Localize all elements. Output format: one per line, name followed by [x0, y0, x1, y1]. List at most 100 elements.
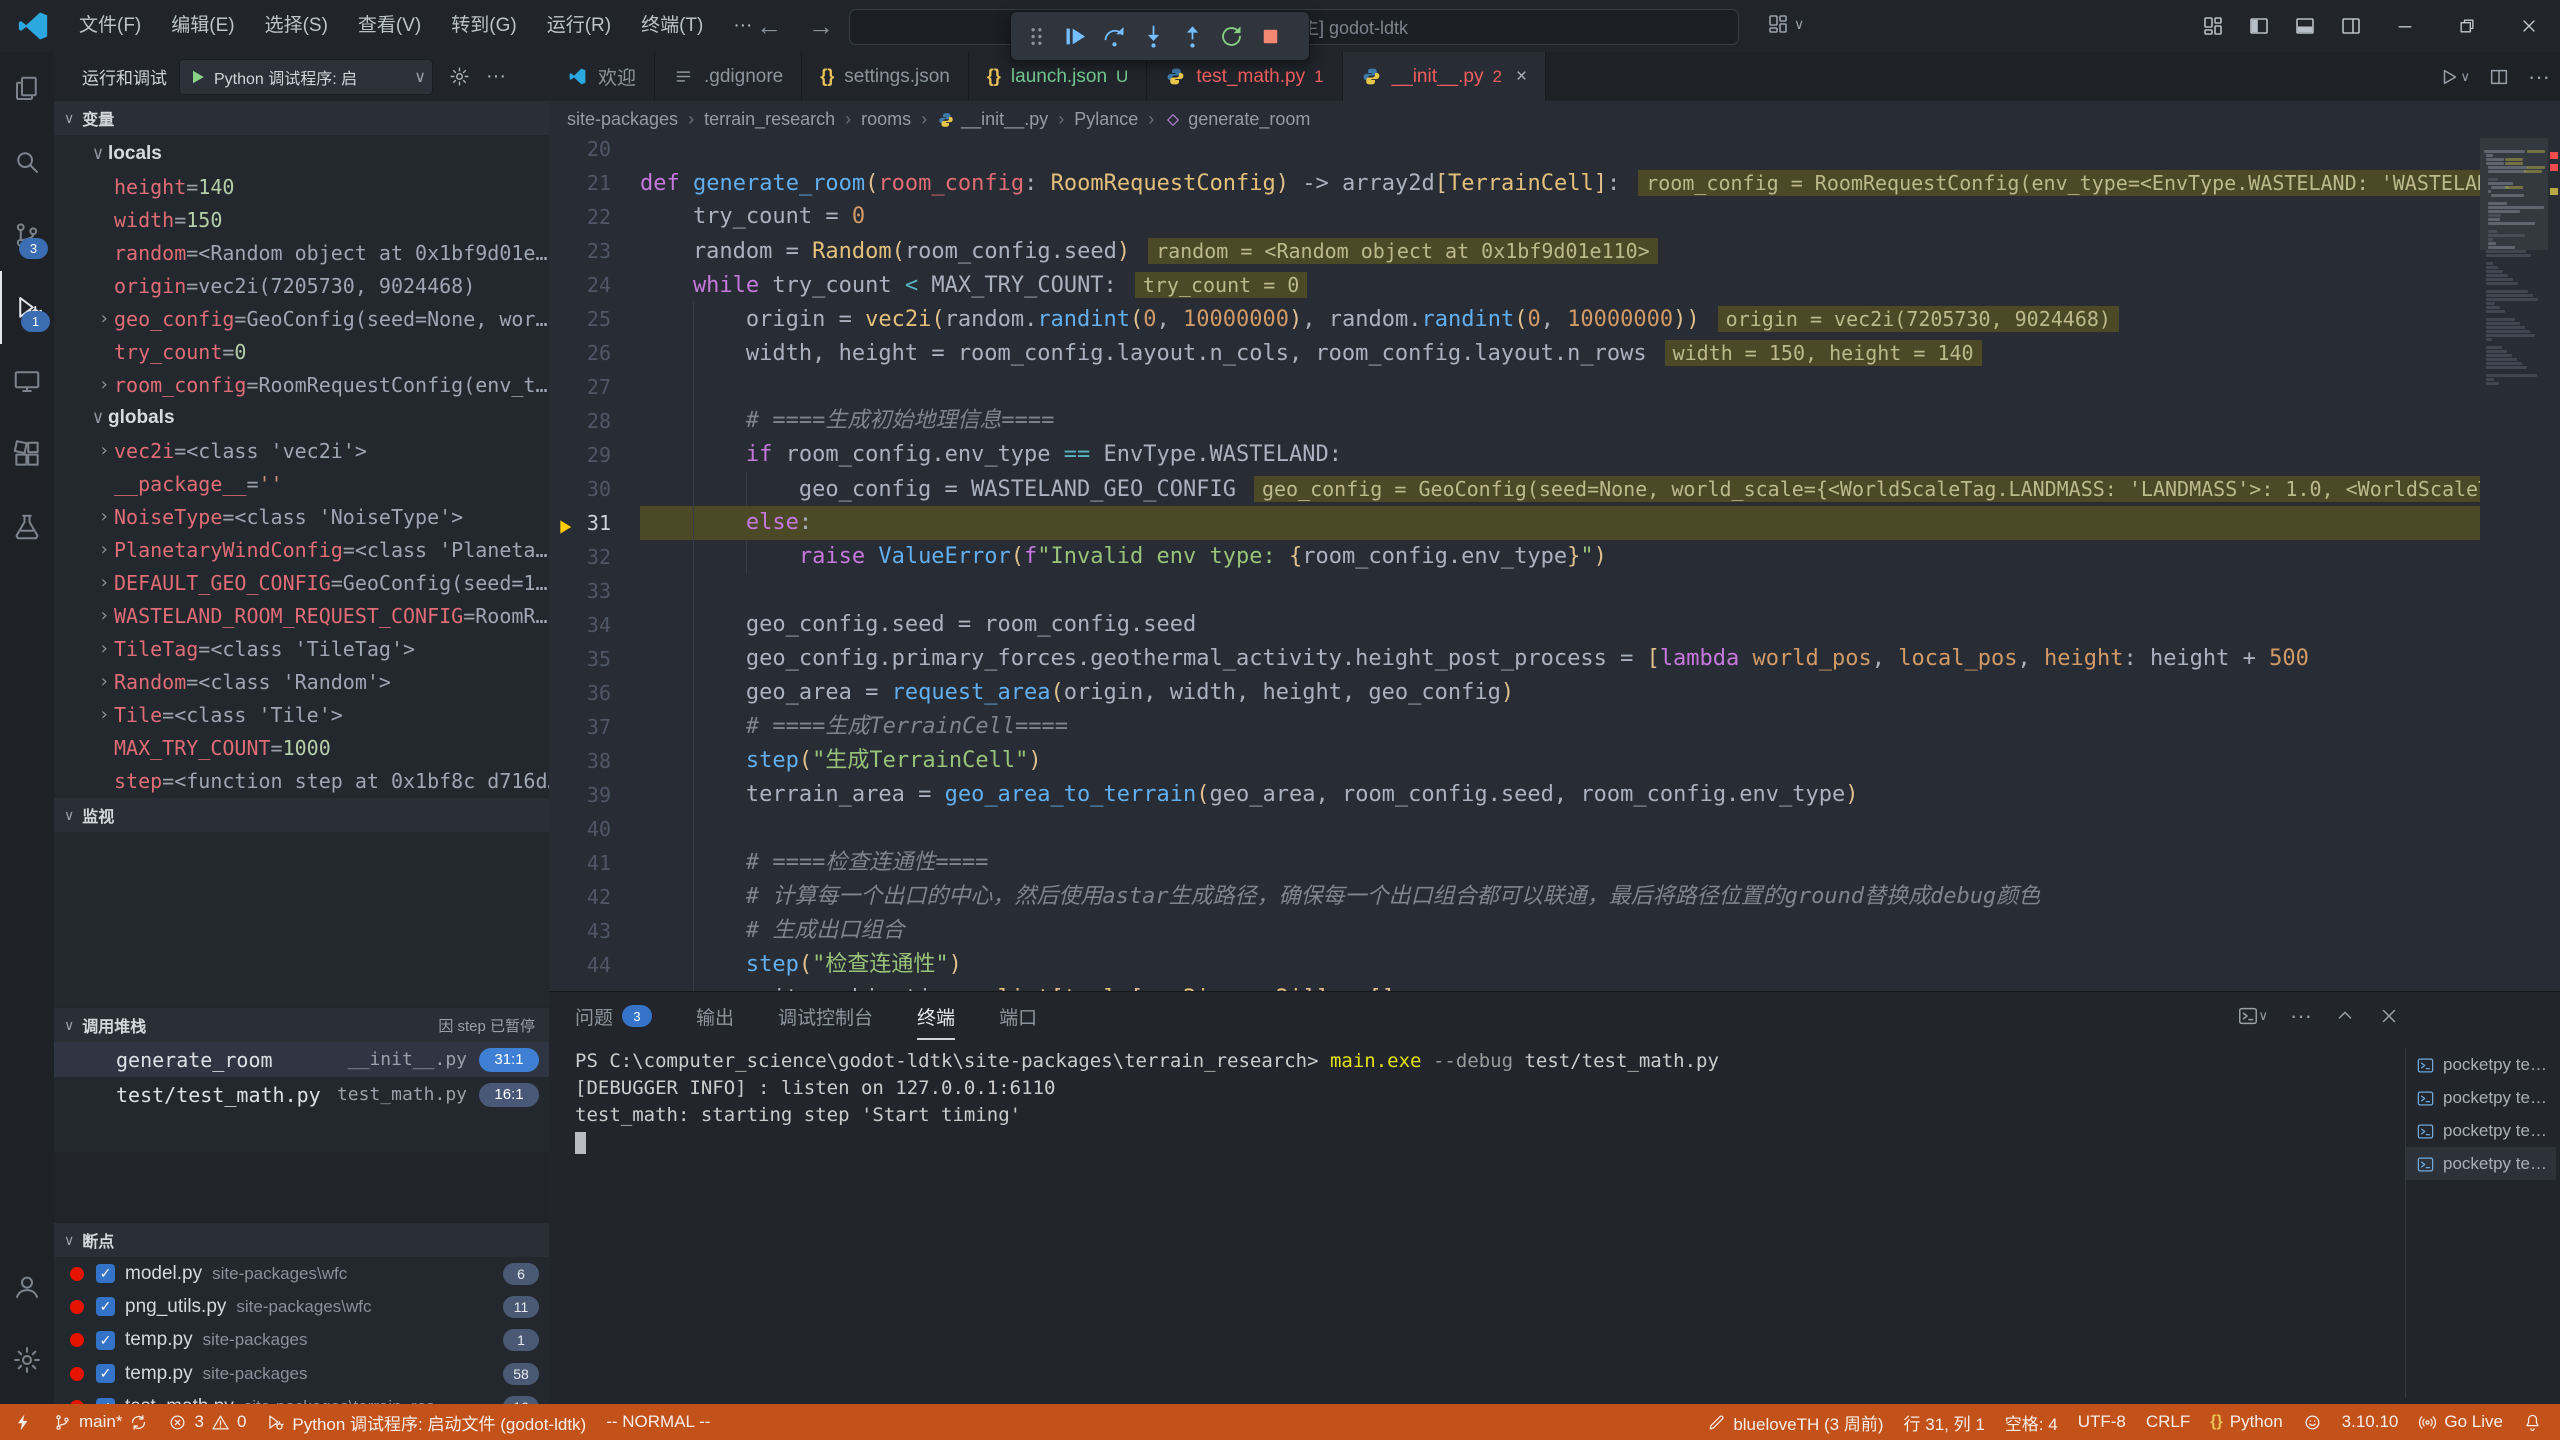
- variable-row[interactable]: ›NoiseType = <class 'NoiseType'>: [54, 500, 549, 533]
- menu-r[interactable]: 运行(R): [532, 0, 626, 52]
- terminal-list-item[interactable]: pocketpy te…: [2406, 1114, 2556, 1147]
- breadcrumb-item[interactable]: generate_room: [1164, 109, 1310, 130]
- play-dd-button[interactable]: ∨: [2439, 66, 2471, 88]
- breadcrumb-item[interactable]: __init__.py: [937, 109, 1048, 130]
- variable-row[interactable]: ›PlanetaryWindConfig = <class 'Planeta…: [54, 533, 549, 566]
- code-line-39[interactable]: 39terrain_area = geo_area_to_terrain(geo…: [549, 778, 2480, 812]
- statusbar-item-right-1[interactable]: 行 31, 列 1: [1894, 1404, 1995, 1440]
- variable-row[interactable]: width = 150: [54, 203, 549, 236]
- terminal-list-item[interactable]: pocketpy te…: [2406, 1081, 2556, 1114]
- code-line-42[interactable]: 42# 计算每一个出口的中心，然后使用astar生成路径，确保每一个出口组合都可…: [549, 880, 2480, 914]
- code-line-35[interactable]: 35geo_config.primary_forces.geothermal_a…: [549, 642, 2480, 676]
- remote-window-icon[interactable]: ∨: [1766, 12, 1804, 36]
- panel-tab-终端[interactable]: 终端: [917, 992, 955, 1040]
- code-line-20[interactable]: 20: [549, 138, 2480, 166]
- statusbar-item-right-2[interactable]: 空格: 4: [1995, 1404, 2068, 1440]
- watch-section-header[interactable]: ∨ 监视: [54, 798, 549, 832]
- breadcrumb-item[interactable]: rooms: [861, 109, 911, 130]
- variables-section-header[interactable]: ∨ 变量: [54, 101, 549, 135]
- panel-tab-问题[interactable]: 问题3: [575, 992, 652, 1040]
- statusbar-item-left-3[interactable]: Python 调试程序: 启动文件 (godot-ldtk): [256, 1404, 596, 1440]
- activity-search[interactable]: [0, 125, 54, 198]
- code-line-36[interactable]: 36geo_area = request_area(origin, width,…: [549, 676, 2480, 710]
- step-over-button[interactable]: [1095, 16, 1134, 56]
- variable-row[interactable]: ›Tile = <class 'Tile'>: [54, 698, 549, 731]
- close-button[interactable]: [2378, 1005, 2400, 1027]
- minimize-button[interactable]: [2374, 0, 2436, 52]
- activity-gear[interactable]: [0, 1323, 54, 1396]
- variable-row[interactable]: ›room_config = RoomRequestConfig(env_t…: [54, 368, 549, 401]
- variable-row[interactable]: ›geo_config = GeoConfig(seed=None, wor…: [54, 302, 549, 335]
- menu-e[interactable]: 编辑(E): [156, 0, 249, 52]
- breakpoints-section-header[interactable]: ∨ 断点: [54, 1223, 549, 1257]
- more-button[interactable]: ···: [2528, 64, 2550, 90]
- code-line-26[interactable]: 26width, height = room_config.layout.n_c…: [549, 336, 2480, 370]
- breadcrumb-item[interactable]: terrain_research: [704, 109, 835, 130]
- start-debug-icon[interactable]: [188, 67, 208, 87]
- code-line-40[interactable]: 40: [549, 812, 2480, 846]
- restore-button[interactable]: [2436, 0, 2498, 52]
- activity-extensions[interactable]: [0, 417, 54, 490]
- breakpoint-row[interactable]: ✓temp.pysite-packages58: [54, 1357, 549, 1390]
- code-line-24[interactable]: 24while try_count < MAX_TRY_COUNT:try_co…: [549, 268, 2480, 302]
- minimap[interactable]: [2480, 138, 2548, 991]
- panel-tab-端口[interactable]: 端口: [999, 992, 1037, 1040]
- statusbar-item-left-2[interactable]: 30: [158, 1404, 256, 1440]
- scope-row[interactable]: ∨globals: [54, 401, 549, 434]
- checkbox-checked[interactable]: ✓: [96, 1364, 115, 1383]
- more-button[interactable]: ···: [2290, 1003, 2312, 1029]
- back-icon[interactable]: ←: [756, 11, 782, 42]
- activity-account[interactable]: [0, 1250, 54, 1323]
- statusbar-item-right-6[interactable]: [2293, 1404, 2332, 1440]
- gear-icon[interactable]: [449, 65, 470, 88]
- statusbar-item-left-0[interactable]: [4, 1404, 43, 1440]
- activity-beaker[interactable]: [0, 490, 54, 563]
- callstack-section-header[interactable]: ∨ 调用堆栈 因 step 已暂停: [54, 1008, 549, 1042]
- statusbar-item-left-1[interactable]: main*: [43, 1404, 158, 1440]
- activity-scm[interactable]: 3: [0, 198, 54, 271]
- activity-monitor[interactable]: [0, 344, 54, 417]
- scope-row[interactable]: ∨locals: [54, 137, 549, 170]
- statusbar-item-right-0[interactable]: blueloveTH (3 周前): [1697, 1404, 1893, 1440]
- split-button[interactable]: [2488, 66, 2510, 88]
- panel-tab-输出[interactable]: 输出: [696, 992, 734, 1040]
- code-line-30[interactable]: 30geo_config = WASTELAND_GEO_CONFIGgeo_c…: [549, 472, 2480, 506]
- chevron-up-button[interactable]: [2334, 1005, 2356, 1027]
- breadcrumb-item[interactable]: site-packages: [567, 109, 678, 130]
- breakpoint-row[interactable]: ✓model.pysite-packages\wfc6: [54, 1257, 549, 1290]
- checkbox-checked[interactable]: ✓: [96, 1331, 115, 1350]
- step-into-button[interactable]: [1134, 16, 1173, 56]
- variable-row[interactable]: ›Random = <class 'Random'>: [54, 665, 549, 698]
- checkbox-checked[interactable]: ✓: [96, 1297, 115, 1316]
- activity-debug[interactable]: 1: [0, 271, 56, 344]
- panel-tab-调试控制台[interactable]: 调试控制台: [778, 992, 873, 1040]
- close-button[interactable]: [2498, 0, 2560, 52]
- debug-config-dropdown[interactable]: Python 调试程序: 启 ∨: [179, 59, 433, 95]
- variable-row[interactable]: random = <Random object at 0x1bf9d01e…: [54, 236, 549, 269]
- code-line-28[interactable]: 28# ====生成初始地理信息====: [549, 404, 2480, 438]
- breakpoint-row[interactable]: ✓test_math.pysite-packages\terrain_res…1…: [54, 1391, 549, 1404]
- panel-right[interactable]: [2328, 0, 2374, 52]
- stop-button[interactable]: [1251, 16, 1290, 56]
- breakpoint-row[interactable]: ✓png_utils.pysite-packages\wfc11: [54, 1290, 549, 1323]
- tab-.gdignore[interactable]: .gdignore: [655, 52, 802, 101]
- variable-row[interactable]: ›DEFAULT_GEO_CONFIG = GeoConfig(seed=1…: [54, 566, 549, 599]
- code-line-32[interactable]: 32raise ValueError(f"Invalid env type: {…: [549, 540, 2480, 574]
- layout-grid-icon[interactable]: [1766, 12, 1790, 36]
- tab-__init__.py[interactable]: __init__.py2×: [1343, 52, 1546, 101]
- code-line-37[interactable]: 37# ====生成TerrainCell====: [549, 710, 2480, 744]
- callstack-frame[interactable]: test/test_math.pytest_math.py16:1: [54, 1077, 549, 1112]
- statusbar-item-right-4[interactable]: CRLF: [2136, 1404, 2200, 1440]
- statusbar-item-right-5[interactable]: {}Python: [2200, 1404, 2292, 1440]
- menu-t[interactable]: 终端(T): [626, 0, 718, 52]
- code-line-22[interactable]: 22try_count = 0: [549, 200, 2480, 234]
- more-actions-icon[interactable]: ···: [486, 65, 506, 88]
- variable-row[interactable]: try_count = 0: [54, 335, 549, 368]
- statusbar-item-right-7[interactable]: 3.10.10: [2332, 1404, 2409, 1440]
- variable-row[interactable]: height = 140: [54, 170, 549, 203]
- tab-[interactable]: 欢迎: [549, 52, 655, 101]
- activity-files[interactable]: [0, 52, 54, 125]
- code-line-21[interactable]: 21def generate_room(room_config: RoomReq…: [549, 166, 2480, 200]
- variable-row[interactable]: origin = vec2i(7205730, 9024468): [54, 269, 549, 302]
- code-line-25[interactable]: 25origin = vec2i(random.randint(0, 10000…: [549, 302, 2480, 336]
